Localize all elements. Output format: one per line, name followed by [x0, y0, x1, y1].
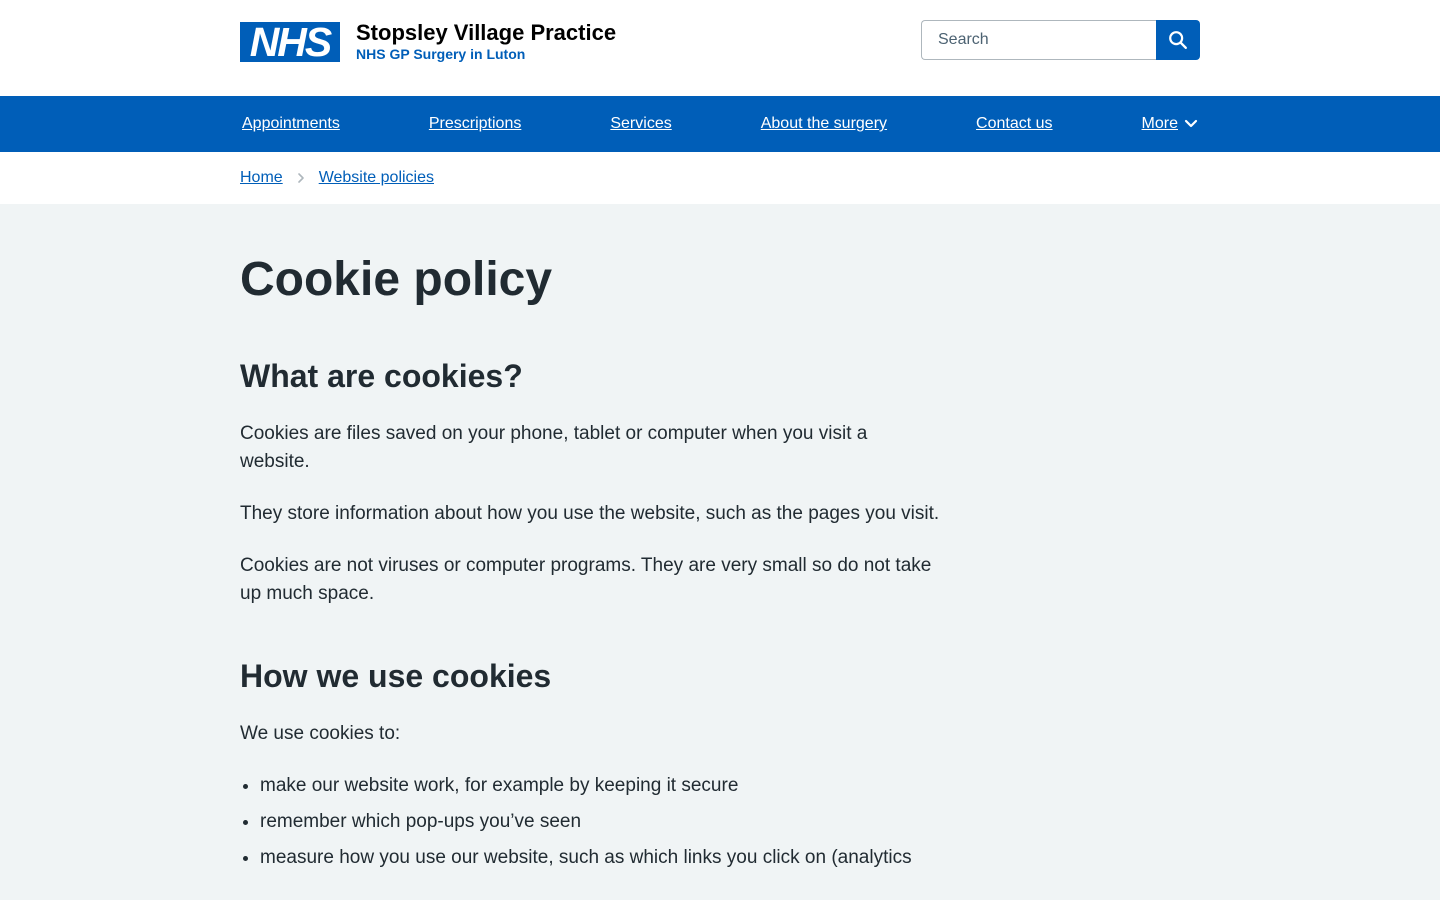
- list-item: make our website work, for example by ke…: [260, 772, 940, 800]
- home-logo-link[interactable]: NHS Stopsley Village Practice NHS GP Sur…: [240, 21, 616, 63]
- list-item: remember which pop-ups you’ve seen: [260, 808, 940, 836]
- nav-link-appointments[interactable]: Appointments: [242, 115, 340, 133]
- nav-link-about-the-surgery[interactable]: About the surgery: [761, 115, 887, 133]
- search-input[interactable]: [921, 20, 1156, 60]
- paragraph: Cookies are not viruses or computer prog…: [240, 555, 932, 604]
- chevron-down-icon: [1184, 119, 1198, 128]
- nav-link-contact-us[interactable]: Contact us: [976, 115, 1052, 133]
- chevron-right-icon: [297, 172, 305, 184]
- list-item: measure how you use our website, such as…: [260, 844, 940, 872]
- nhs-logo-text: NHS: [249, 19, 333, 65]
- primary-navigation: Appointments Prescriptions Services Abou…: [0, 96, 1440, 152]
- bullet-list: make our website work, for example by ke…: [240, 772, 940, 872]
- organisation-name: Stopsley Village Practice: [356, 20, 617, 45]
- section-heading-what-are-cookies: What are cookies?: [240, 358, 523, 394]
- breadcrumb-home-link[interactable]: Home: [240, 169, 283, 187]
- organisation-name-block: Stopsley Village Practice NHS GP Surgery…: [356, 21, 616, 63]
- breadcrumb: Home Website policies: [0, 152, 1440, 204]
- organisation-description: NHS GP Surgery in Luton: [356, 46, 526, 62]
- main-content: Cookie policy What are cookies? Cookies …: [0, 204, 1440, 872]
- paragraph: They store information about how you use…: [240, 503, 940, 524]
- nav-more-button[interactable]: More: [1142, 115, 1198, 133]
- search-icon: [1169, 31, 1187, 49]
- nav-more-label: More: [1141, 115, 1178, 132]
- nhs-logo: NHS: [240, 19, 340, 65]
- paragraph: We use cookies to:: [240, 723, 401, 744]
- nav-link-prescriptions[interactable]: Prescriptions: [429, 115, 521, 133]
- nav-link-services[interactable]: Services: [610, 115, 671, 133]
- breadcrumb-website-policies-link[interactable]: Website policies: [319, 169, 434, 187]
- site-header: NHS Stopsley Village Practice NHS GP Sur…: [0, 0, 1440, 96]
- page-title: Cookie policy: [240, 253, 553, 306]
- paragraph: Cookies are files saved on your phone, t…: [240, 423, 868, 472]
- search-button[interactable]: [1156, 20, 1200, 60]
- section-heading-how-we-use-cookies: How we use cookies: [240, 658, 552, 694]
- search-form: [921, 20, 1200, 60]
